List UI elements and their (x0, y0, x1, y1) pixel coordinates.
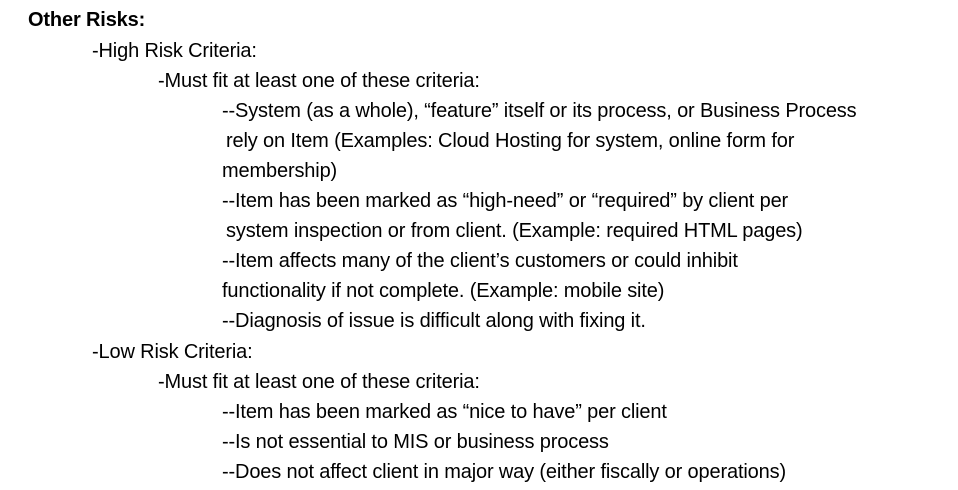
high-risk-item: --Item has been marked as “high-need” or… (222, 190, 789, 212)
high-risk-item-continuation: rely on Item (Examples: Cloud Hosting fo… (226, 130, 795, 152)
high-risk-item: --System (as a whole), “feature” itself … (222, 100, 857, 122)
low-risk-subtitle: -Must fit at least one of these criteria… (158, 371, 480, 393)
high-risk-item-continuation: functionality if not complete. (Example:… (222, 280, 665, 302)
high-risk-item-continuation: membership) (222, 160, 338, 182)
low-risk-item: --Item has been marked as “nice to have”… (222, 401, 667, 423)
high-risk-item-continuation: system inspection or from client. (Examp… (226, 220, 803, 242)
high-risk-item: --Item affects many of the client’s cust… (222, 250, 738, 272)
low-risk-item: --Does not affect client in major way (e… (222, 461, 786, 483)
low-risk-title: -Low Risk Criteria: (92, 341, 253, 363)
high-risk-title: -High Risk Criteria: (92, 40, 257, 62)
high-risk-item: --Diagnosis of issue is difficult along … (222, 310, 646, 332)
section-heading: Other Risks: (28, 9, 146, 31)
low-risk-item: --Is not essential to MIS or business pr… (222, 431, 609, 453)
high-risk-subtitle: -Must fit at least one of these criteria… (158, 70, 480, 92)
document-page: Other Risks: -High Risk Criteria: -Must … (0, 0, 958, 490)
